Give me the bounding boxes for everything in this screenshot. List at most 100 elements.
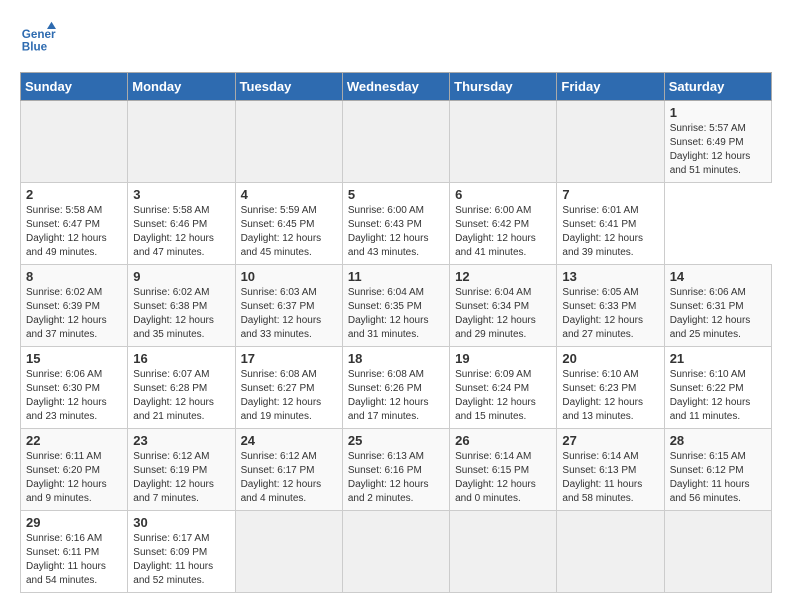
day-info: Sunrise: 5:59 AMSunset: 6:45 PMDaylight:… [241, 204, 337, 260]
calendar-day-cell: 7 Sunrise: 6:01 AMSunset: 6:41 PMDaylight… [557, 183, 664, 265]
empty-cell [342, 101, 449, 183]
calendar-day-cell: 27Sunrise: 6:14 AMSunset: 6:13 PMDayligh… [557, 429, 664, 511]
calendar-day-cell: 23 Sunrise: 6:12 AMSunset: 6:19 PMDayligh… [128, 429, 235, 511]
day-number: 10 [241, 269, 337, 284]
day-number: 26 [455, 433, 551, 448]
day-info: Sunrise: 6:14 AMSunset: 6:15 PMDaylight:… [455, 450, 551, 506]
empty-cell [342, 511, 449, 593]
day-info: Sunrise: 6:10 AMSunset: 6:22 PMDaylight:… [670, 368, 766, 424]
header-sunday: Sunday [21, 73, 128, 101]
day-info: Sunrise: 6:16 AMSunset: 6:11 PMDaylight:… [26, 532, 122, 588]
empty-cell [235, 101, 342, 183]
day-info: Sunrise: 6:03 AMSunset: 6:37 PMDaylight:… [241, 286, 337, 342]
calendar-week-row: 29 Sunrise: 6:16 AMSunset: 6:11 PMDayligh… [21, 511, 772, 593]
day-info: Sunrise: 6:06 AMSunset: 6:31 PMDaylight:… [670, 286, 766, 342]
day-number: 14 [670, 269, 766, 284]
header-thursday: Thursday [450, 73, 557, 101]
calendar-day-cell: 19 Sunrise: 6:09 AMSunset: 6:24 PMDayligh… [450, 347, 557, 429]
empty-cell [664, 511, 771, 593]
day-info: Sunrise: 6:04 AMSunset: 6:34 PMDaylight:… [455, 286, 551, 342]
day-info: Sunrise: 6:02 AMSunset: 6:39 PMDaylight:… [26, 286, 122, 342]
calendar-day-cell: 8Sunrise: 6:02 AMSunset: 6:39 PMDaylight… [21, 265, 128, 347]
empty-cell [21, 101, 128, 183]
day-number: 12 [455, 269, 551, 284]
calendar-day-cell: 1 Sunrise: 5:57 AMSunset: 6:49 PMDaylight… [664, 101, 771, 183]
day-info: Sunrise: 6:00 AMSunset: 6:42 PMDaylight:… [455, 204, 551, 260]
day-info: Sunrise: 6:11 AMSunset: 6:20 PMDaylight:… [26, 450, 122, 506]
calendar-week-row: 22Sunrise: 6:11 AMSunset: 6:20 PMDayligh… [21, 429, 772, 511]
calendar-week-row: 1 Sunrise: 5:57 AMSunset: 6:49 PMDaylight… [21, 101, 772, 183]
calendar-day-cell: 29 Sunrise: 6:16 AMSunset: 6:11 PMDayligh… [21, 511, 128, 593]
header-friday: Friday [557, 73, 664, 101]
day-info: Sunrise: 6:14 AMSunset: 6:13 PMDaylight:… [562, 450, 658, 506]
day-number: 2 [26, 187, 122, 202]
day-number: 23 [133, 433, 229, 448]
day-number: 1 [670, 105, 766, 120]
day-number: 25 [348, 433, 444, 448]
day-info: Sunrise: 5:58 AMSunset: 6:47 PMDaylight:… [26, 204, 122, 260]
header-tuesday: Tuesday [235, 73, 342, 101]
empty-cell [450, 101, 557, 183]
day-info: Sunrise: 6:15 AMSunset: 6:12 PMDaylight:… [670, 450, 766, 506]
calendar-day-cell: 20Sunrise: 6:10 AMSunset: 6:23 PMDayligh… [557, 347, 664, 429]
day-number: 15 [26, 351, 122, 366]
calendar-week-row: 8Sunrise: 6:02 AMSunset: 6:39 PMDaylight… [21, 265, 772, 347]
day-number: 30 [133, 515, 229, 530]
day-info: Sunrise: 6:06 AMSunset: 6:30 PMDaylight:… [26, 368, 122, 424]
day-number: 21 [670, 351, 766, 366]
day-number: 16 [133, 351, 229, 366]
header-wednesday: Wednesday [342, 73, 449, 101]
logo-icon: General Blue [20, 20, 56, 56]
day-number: 7 [562, 187, 658, 202]
calendar-day-cell: 10 Sunrise: 6:03 AMSunset: 6:37 PMDayligh… [235, 265, 342, 347]
calendar-day-cell: 13 Sunrise: 6:05 AMSunset: 6:33 PMDayligh… [557, 265, 664, 347]
day-number: 28 [670, 433, 766, 448]
calendar-week-row: 15 Sunrise: 6:06 AMSunset: 6:30 PMDayligh… [21, 347, 772, 429]
day-info: Sunrise: 6:02 AMSunset: 6:38 PMDaylight:… [133, 286, 229, 342]
calendar-day-cell: 18 Sunrise: 6:08 AMSunset: 6:26 PMDayligh… [342, 347, 449, 429]
day-number: 13 [562, 269, 658, 284]
day-info: Sunrise: 6:09 AMSunset: 6:24 PMDaylight:… [455, 368, 551, 424]
calendar-day-cell: 21 Sunrise: 6:10 AMSunset: 6:22 PMDayligh… [664, 347, 771, 429]
day-number: 9 [133, 269, 229, 284]
svg-text:Blue: Blue [22, 41, 48, 54]
day-info: Sunrise: 6:07 AMSunset: 6:28 PMDaylight:… [133, 368, 229, 424]
calendar-table: SundayMondayTuesdayWednesdayThursdayFrid… [20, 72, 772, 593]
calendar-day-cell: 26 Sunrise: 6:14 AMSunset: 6:15 PMDayligh… [450, 429, 557, 511]
day-number: 29 [26, 515, 122, 530]
day-info: Sunrise: 5:58 AMSunset: 6:46 PMDaylight:… [133, 204, 229, 260]
calendar-day-cell: 24 Sunrise: 6:12 AMSunset: 6:17 PMDayligh… [235, 429, 342, 511]
calendar-week-row: 2 Sunrise: 5:58 AMSunset: 6:47 PMDaylight… [21, 183, 772, 265]
day-info: Sunrise: 6:08 AMSunset: 6:27 PMDaylight:… [241, 368, 337, 424]
day-number: 24 [241, 433, 337, 448]
day-info: Sunrise: 5:57 AMSunset: 6:49 PMDaylight:… [670, 122, 766, 178]
day-number: 3 [133, 187, 229, 202]
calendar-day-cell: 5Sunrise: 6:00 AMSunset: 6:43 PMDaylight… [342, 183, 449, 265]
calendar-day-cell: 17 Sunrise: 6:08 AMSunset: 6:27 PMDayligh… [235, 347, 342, 429]
logo: General Blue [20, 20, 62, 56]
calendar-day-cell: 12 Sunrise: 6:04 AMSunset: 6:34 PMDayligh… [450, 265, 557, 347]
day-info: Sunrise: 6:00 AMSunset: 6:43 PMDaylight:… [348, 204, 444, 260]
day-number: 18 [348, 351, 444, 366]
empty-cell [557, 101, 664, 183]
calendar-day-cell: 14 Sunrise: 6:06 AMSunset: 6:31 PMDayligh… [664, 265, 771, 347]
day-info: Sunrise: 6:05 AMSunset: 6:33 PMDaylight:… [562, 286, 658, 342]
page-header: General Blue [20, 20, 772, 56]
day-info: Sunrise: 6:10 AMSunset: 6:23 PMDaylight:… [562, 368, 658, 424]
day-number: 6 [455, 187, 551, 202]
day-number: 17 [241, 351, 337, 366]
calendar-day-cell: 15 Sunrise: 6:06 AMSunset: 6:30 PMDayligh… [21, 347, 128, 429]
calendar-day-cell: 16 Sunrise: 6:07 AMSunset: 6:28 PMDayligh… [128, 347, 235, 429]
empty-cell [557, 511, 664, 593]
day-number: 19 [455, 351, 551, 366]
calendar-day-cell: 4Sunrise: 5:59 AMSunset: 6:45 PMDaylight… [235, 183, 342, 265]
day-info: Sunrise: 6:17 AMSunset: 6:09 PMDaylight:… [133, 532, 229, 588]
day-info: Sunrise: 6:12 AMSunset: 6:17 PMDaylight:… [241, 450, 337, 506]
empty-cell [235, 511, 342, 593]
calendar-header-row: SundayMondayTuesdayWednesdayThursdayFrid… [21, 73, 772, 101]
calendar-day-cell: 11Sunrise: 6:04 AMSunset: 6:35 PMDayligh… [342, 265, 449, 347]
day-info: Sunrise: 6:01 AMSunset: 6:41 PMDaylight:… [562, 204, 658, 260]
day-info: Sunrise: 6:12 AMSunset: 6:19 PMDaylight:… [133, 450, 229, 506]
day-info: Sunrise: 6:04 AMSunset: 6:35 PMDaylight:… [348, 286, 444, 342]
day-info: Sunrise: 6:08 AMSunset: 6:26 PMDaylight:… [348, 368, 444, 424]
